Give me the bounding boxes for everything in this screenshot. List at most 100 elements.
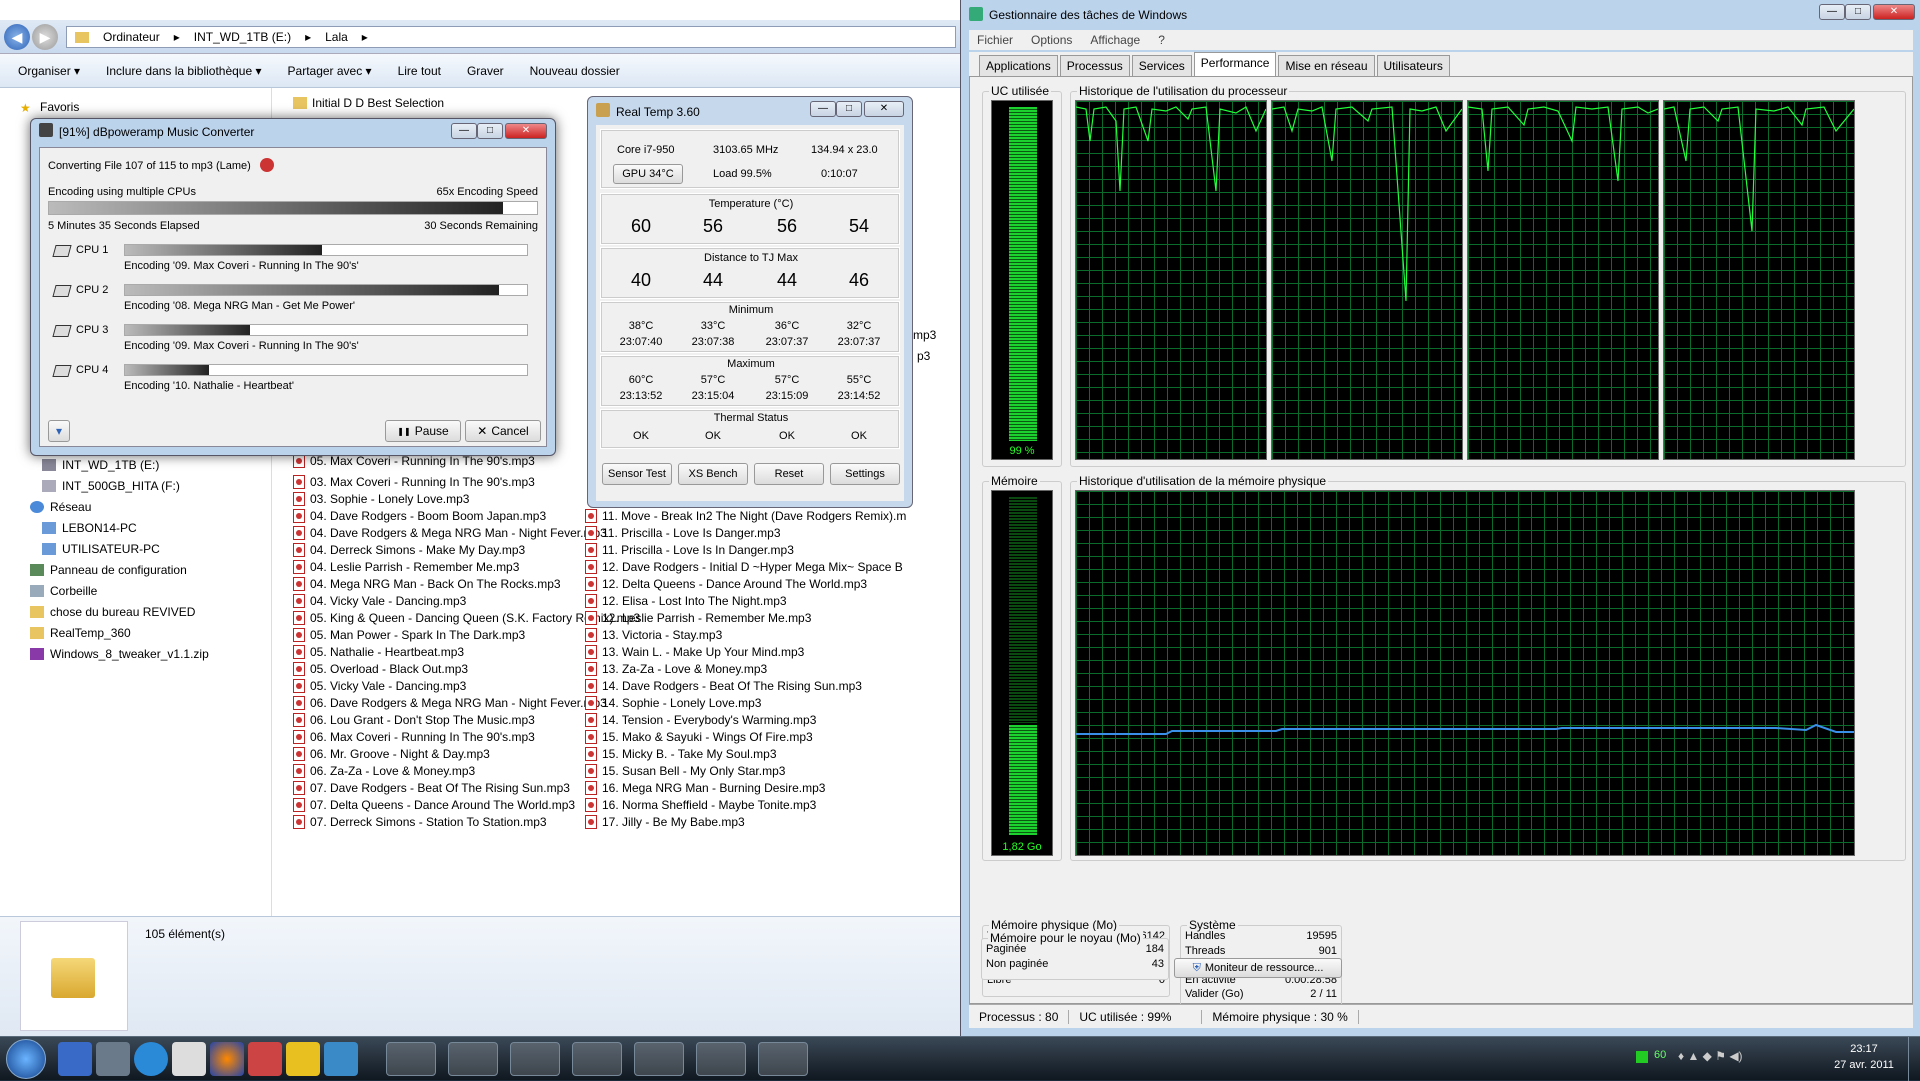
list-item[interactable]: 05. Overload - Black Out.mp3 [293, 662, 468, 676]
expand-dropdown-button[interactable]: ▾ [48, 420, 70, 442]
show-desktop-button[interactable] [1908, 1037, 1920, 1081]
nav-control-panel[interactable]: Panneau de configuration [30, 563, 187, 577]
list-item[interactable]: 13. Wain L. - Make Up Your Mind.mp3 [585, 645, 804, 659]
minimize-button[interactable]: — [810, 101, 836, 117]
nav-zip[interactable]: Windows_8_tweaker_v1.1.zip [30, 647, 209, 661]
tray-icons[interactable]: ♦ ▲ ◆ ⚑ ◀) [1678, 1049, 1743, 1063]
nav-pc-lebon[interactable]: LEBON14-PC [42, 521, 137, 535]
taskmgr-taskbar-button[interactable] [696, 1042, 746, 1076]
menu-help[interactable]: ? [1158, 33, 1165, 47]
minimize-button[interactable]: — [451, 123, 477, 139]
breadcrumb[interactable]: Ordinateur ▸ INT_WD_1TB (E:) ▸ Lala ▸ [66, 26, 956, 48]
list-item[interactable]: 12. Elisa - Lost Into The Night.mp3 [585, 594, 787, 608]
notes-taskbar-button[interactable] [448, 1042, 498, 1076]
messenger-icon[interactable] [134, 1042, 168, 1076]
list-item[interactable]: 05. Vicky Vale - Dancing.mp3 [293, 679, 466, 693]
firefox-icon[interactable] [210, 1042, 244, 1076]
app-icon[interactable] [96, 1042, 130, 1076]
reset-button[interactable]: Reset [754, 463, 824, 485]
maximize-button[interactable]: □ [836, 101, 862, 117]
burn-button[interactable]: Graver [467, 64, 504, 78]
tab-performance[interactable]: Performance [1193, 52, 1277, 76]
list-item[interactable]: 06. Za-Za - Love & Money.mp3 [293, 764, 475, 778]
clock-time[interactable]: 23:17 [1830, 1043, 1898, 1055]
list-item[interactable]: 04. Dave Rodgers & Mega NRG Man - Night … [293, 526, 607, 540]
contacts-icon[interactable] [324, 1042, 358, 1076]
maximize-button[interactable]: □ [477, 123, 503, 139]
nav-drive-f[interactable]: INT_500GB_HITA (F:) [42, 479, 180, 493]
tab-applications[interactable]: Applications [979, 55, 1058, 76]
list-item[interactable]: 16. Mega NRG Man - Burning Desire.mp3 [585, 781, 825, 795]
list-item[interactable]: 11. Priscilla - Love Is Danger.mp3 [585, 526, 781, 540]
clock-date[interactable]: 27 avr. 2011 [1830, 1059, 1898, 1071]
list-item[interactable]: 07. Dave Rodgers - Beat Of The Rising Su… [293, 781, 570, 795]
list-item[interactable]: 13. Victoria - Stay.mp3 [585, 628, 722, 642]
aim-icon[interactable] [286, 1042, 320, 1076]
list-item[interactable]: 12. Dave Rodgers - Initial D ~Hyper Mega… [585, 560, 903, 574]
nav-folder-chose[interactable]: chose du bureau REVIVED [30, 605, 195, 619]
dbpoweramp-taskbar-button[interactable] [758, 1042, 808, 1076]
close-button[interactable]: ✕ [864, 101, 904, 117]
close-button[interactable]: ✕ [505, 123, 547, 139]
list-item[interactable]: 12. Delta Queens - Dance Around The Worl… [585, 577, 867, 591]
explorer-taskbar-button[interactable] [386, 1042, 436, 1076]
nav-favorites[interactable]: ★ Favoris [20, 100, 79, 115]
nav-folder-realtemp[interactable]: RealTemp_360 [30, 626, 131, 640]
list-item[interactable]: 15. Micky B. - Take My Soul.mp3 [585, 747, 777, 761]
list-item[interactable]: 04. Mega NRG Man - Back On The Rocks.mp3 [293, 577, 561, 591]
tab-users[interactable]: Utilisateurs [1376, 55, 1450, 76]
pause-button[interactable]: ❚❚ Pause [385, 420, 461, 442]
fox-icon[interactable] [172, 1042, 206, 1076]
list-item[interactable]: 17. Jilly - Be My Babe.mp3 [585, 815, 745, 829]
tab-network[interactable]: Mise en réseau [1278, 55, 1375, 76]
breadcrumb-item[interactable]: Lala [325, 30, 348, 44]
tool-icon[interactable] [248, 1042, 282, 1076]
breadcrumb-item[interactable]: INT_WD_1TB (E:) [194, 30, 291, 44]
list-item[interactable]: 03. Sophie - Lonely Love.mp3 [293, 492, 469, 506]
new-folder-button[interactable]: Nouveau dossier [530, 64, 620, 78]
include-library-button[interactable]: Inclure dans la bibliothèque ▾ [106, 64, 261, 78]
firefox-taskbar-button[interactable] [510, 1042, 560, 1076]
maximize-button[interactable]: □ [1845, 4, 1871, 20]
list-item[interactable]: 04. Derreck Simons - Make My Day.mp3 [293, 543, 525, 557]
menu-options[interactable]: Options [1031, 33, 1072, 47]
play-all-button[interactable]: Lire tout [398, 64, 441, 78]
list-item[interactable]: 06. Lou Grant - Don't Stop The Music.mp3 [293, 713, 535, 727]
gpu-button[interactable]: GPU 34°C [613, 164, 683, 184]
list-item[interactable]: 12. Leslie Parrish - Remember Me.mp3 [585, 611, 811, 625]
xs-bench-button[interactable]: XS Bench [678, 463, 748, 485]
organize-button[interactable]: Organiser ▾ [18, 64, 80, 78]
list-item[interactable]: 07. Delta Queens - Dance Around The Worl… [293, 798, 575, 812]
menu-affichage[interactable]: Affichage [1090, 33, 1140, 47]
list-item[interactable]: 03. Max Coveri - Running In The 90's.mp3 [293, 475, 535, 489]
tab-processus[interactable]: Processus [1059, 55, 1130, 76]
network-taskbar-button[interactable] [572, 1042, 622, 1076]
tray-cpu-icon[interactable] [1636, 1051, 1648, 1063]
list-item-folder[interactable]: Initial D D Best Selection [293, 96, 444, 110]
back-button-icon[interactable]: ◀ [4, 24, 30, 50]
list-item[interactable]: 06. Mr. Groove - Night & Day.mp3 [293, 747, 490, 761]
list-item[interactable]: 11. Priscilla - Love Is In Danger.mp3 [585, 543, 794, 557]
realtemp-taskbar-button[interactable] [634, 1042, 684, 1076]
share-button[interactable]: Partager avec ▾ [288, 64, 372, 78]
list-item[interactable]: 14. Dave Rodgers - Beat Of The Rising Su… [585, 679, 862, 693]
cancel-button[interactable]: ✕ Cancel [465, 420, 541, 442]
list-item[interactable]: 13. Za-Za - Love & Money.mp3 [585, 662, 767, 676]
list-item[interactable]: 14. Sophie - Lonely Love.mp3 [585, 696, 761, 710]
list-item[interactable]: 14. Tension - Everybody's Warming.mp3 [585, 713, 816, 727]
list-item[interactable]: 04. Leslie Parrish - Remember Me.mp3 [293, 560, 519, 574]
minimize-button[interactable]: — [1819, 4, 1845, 20]
start-button-icon[interactable] [6, 1039, 46, 1079]
list-item[interactable]: 04. Vicky Vale - Dancing.mp3 [293, 594, 466, 608]
list-item[interactable]: 05. Man Power - Spark In The Dark.mp3 [293, 628, 525, 642]
forward-button-icon[interactable]: ▶ [32, 24, 58, 50]
resource-monitor-button[interactable]: ⛨ Moniteur de ressource... [1174, 958, 1342, 978]
nav-drive-e[interactable]: INT_WD_1TB (E:) [42, 458, 159, 472]
list-item[interactable]: 11. Move - Break In2 The Night (Dave Rod… [585, 509, 906, 523]
list-item[interactable]: 15. Susan Bell - My Only Star.mp3 [585, 764, 785, 778]
list-item[interactable]: 07. Derreck Simons - Station To Station.… [293, 815, 547, 829]
desktop-icon[interactable] [58, 1042, 92, 1076]
settings-button[interactable]: Settings [830, 463, 900, 485]
list-item[interactable]: 06. Max Coveri - Running In The 90's.mp3 [293, 730, 535, 744]
nav-recycle-bin[interactable]: Corbeille [30, 584, 97, 598]
